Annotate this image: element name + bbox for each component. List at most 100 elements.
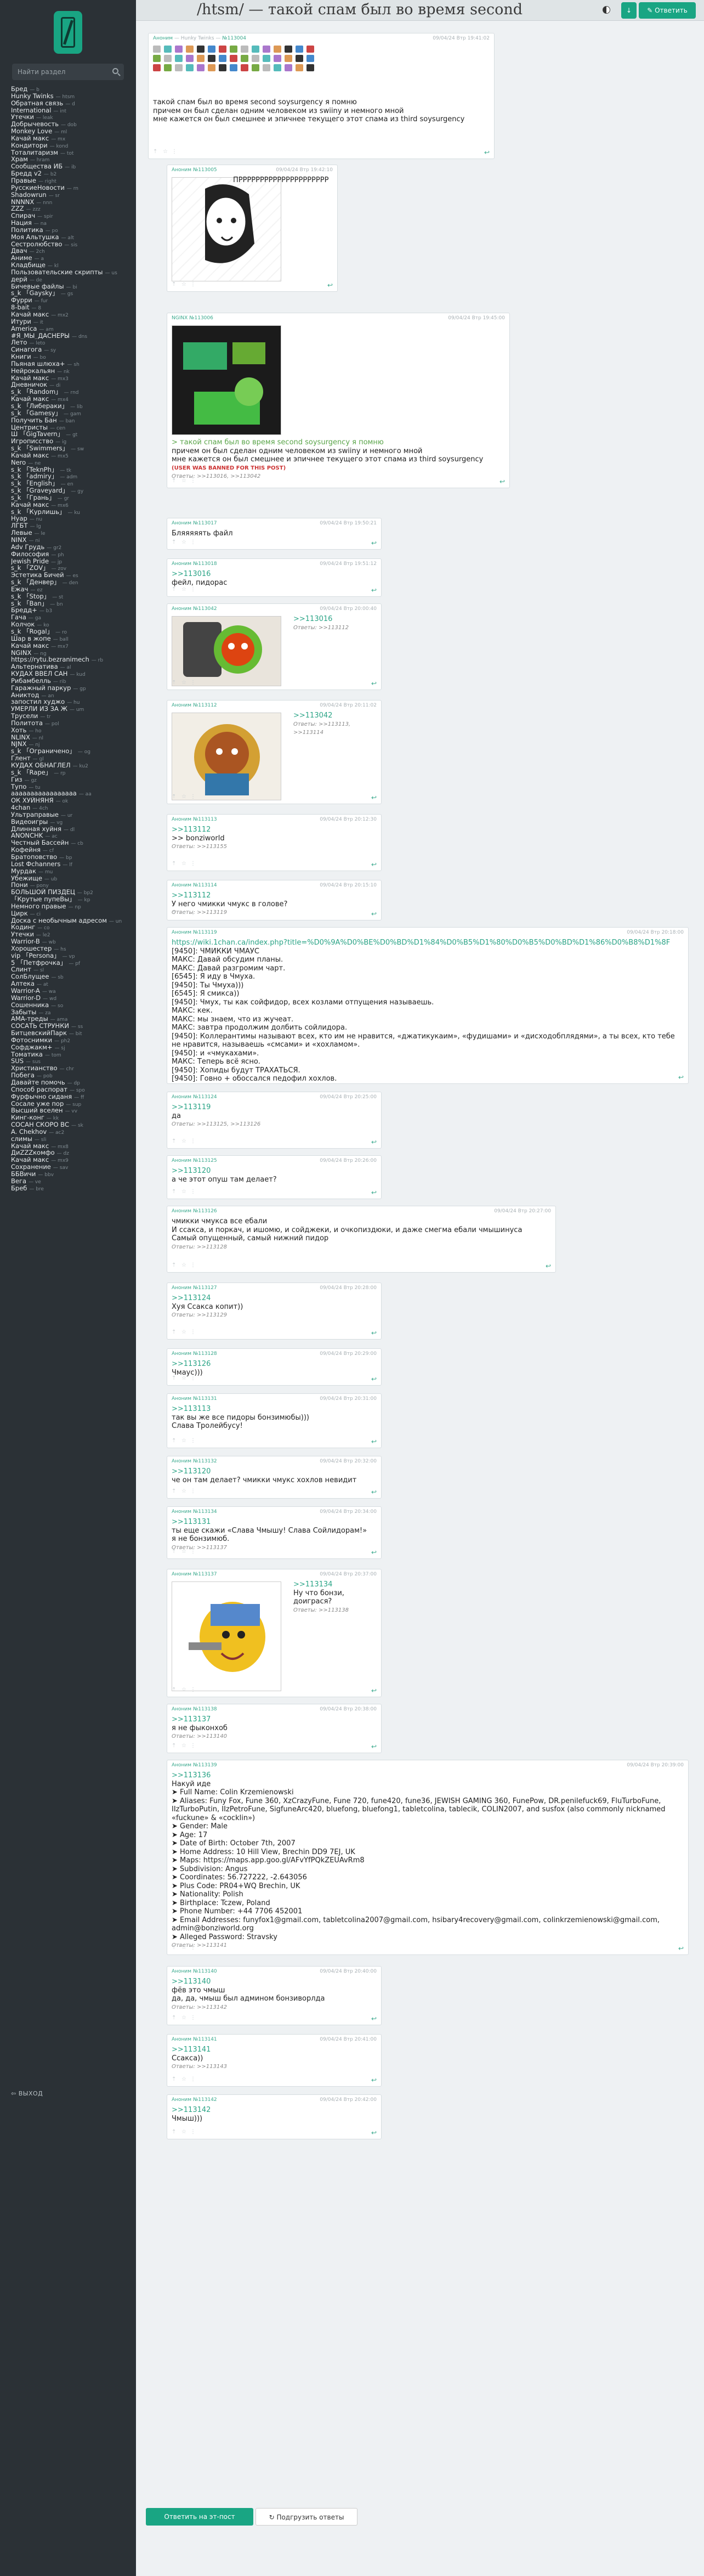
sidebar-board-item[interactable]: Хорошестер — hs: [11, 945, 125, 952]
sidebar-board-item[interactable]: s_k 「Грань」 — gr: [11, 494, 125, 501]
sidebar-board-item[interactable]: СолБлущее — sb: [11, 973, 125, 980]
reply-icon[interactable]: ↩: [371, 2076, 377, 2084]
post-number[interactable]: №113114: [193, 883, 217, 888]
sidebar-board-item[interactable]: Тоталитаризм — tot: [11, 149, 125, 156]
post-number[interactable]: №113006: [189, 315, 213, 321]
reply-link[interactable]: >>113120: [172, 1167, 377, 1176]
post-number[interactable]: №113124: [193, 1094, 217, 1100]
sidebar-board-item[interactable]: Видеоигры — vg: [11, 818, 125, 826]
share-icon[interactable]: ⇡: [172, 680, 176, 686]
sidebar-board-item[interactable]: Цирк — ci: [11, 910, 125, 917]
more-icon[interactable]: ⋮: [190, 1138, 196, 1144]
attachment-thumb[interactable]: [153, 64, 161, 71]
bookmark-icon[interactable]: ☆: [181, 1138, 186, 1144]
reply-icon[interactable]: ↩: [327, 281, 333, 289]
attachment-thumb[interactable]: [197, 64, 205, 71]
attachment-thumb[interactable]: [274, 64, 281, 71]
attachment-thumb[interactable]: [164, 64, 172, 71]
sidebar-board-item[interactable]: Способ распорат — spo: [11, 1086, 125, 1093]
sidebar-board-item[interactable]: Качай макс — mx4: [11, 396, 125, 403]
sidebar-board-item[interactable]: https://rytu.bezranimech — rb: [11, 656, 125, 663]
attachment-thumb[interactable]: [285, 46, 292, 53]
sidebar-board-item[interactable]: Шар в жопе — ball: [11, 635, 125, 642]
more-icon[interactable]: ⋮: [190, 2129, 196, 2135]
sidebar-board-item[interactable]: s_k 「ZOV」 — zov: [11, 564, 125, 572]
sidebar-board-item[interactable]: РусскиеНовости — rn: [11, 184, 125, 191]
share-icon[interactable]: ⇡: [172, 478, 176, 484]
sidebar-board-item[interactable]: Итури — it: [11, 318, 125, 325]
reply-icon[interactable]: ↩: [371, 586, 377, 594]
sidebar-board-item[interactable]: Колчок — ko: [11, 621, 125, 628]
post-number[interactable]: №113112: [193, 703, 217, 708]
bookmark-icon[interactable]: ☆: [181, 2076, 186, 2082]
reply-link[interactable]: >>113134: [293, 1580, 377, 1589]
share-icon[interactable]: ⇡: [172, 586, 176, 592]
sidebar-board-item[interactable]: 5 「Петфрочка」 — pf: [11, 959, 125, 967]
attachment-thumb[interactable]: [306, 46, 314, 53]
sidebar-board-item[interactable]: Левые — le: [11, 529, 125, 536]
sidebar-board-item[interactable]: дерй — de: [11, 276, 125, 283]
reply-icon[interactable]: ↩: [371, 794, 377, 801]
sidebar-board-item[interactable]: Лето — leto: [11, 339, 125, 346]
share-icon[interactable]: ⇡: [172, 1074, 176, 1080]
sidebar-board-item[interactable]: Книги — bo: [11, 353, 125, 360]
sidebar-board-item[interactable]: Дневничок — di: [11, 381, 125, 388]
post-replies[interactable]: Ответы: >>113143: [172, 2063, 377, 2071]
sidebar-board-item[interactable]: s_k 「Курлишь」 — ku: [11, 509, 125, 516]
more-icon[interactable]: ⋮: [190, 680, 196, 686]
post-replies[interactable]: Ответы: >>113125, >>113126: [172, 1120, 377, 1129]
sidebar-board-item[interactable]: Обратная связь — d: [11, 100, 125, 107]
reply-link[interactable]: >>113136: [172, 1771, 684, 1780]
post-number[interactable]: №113126: [193, 1208, 217, 1214]
sidebar-board-item[interactable]: Доска с необычным адресом — un: [11, 917, 125, 924]
attachment-thumb[interactable]: [208, 46, 215, 53]
sidebar-board-item[interactable]: Политика — po: [11, 227, 125, 234]
reply-link[interactable]: >>113113: [172, 1405, 377, 1414]
more-icon[interactable]: ⋮: [190, 539, 196, 545]
bookmark-icon[interactable]: ☆: [181, 910, 186, 916]
sidebar-board-item[interactable]: s_k 「Либераки」 — lib: [11, 403, 125, 410]
reply-thread-button[interactable]: Ответить на эт-пост: [146, 2508, 253, 2526]
attachment-thumb[interactable]: [219, 55, 226, 62]
post-replies[interactable]: Ответы: >>113138: [293, 1606, 377, 1615]
sidebar-board-item[interactable]: Томатика — tom: [11, 1051, 125, 1058]
sidebar-board-item[interactable]: Качай макс — mx3: [11, 375, 125, 382]
share-icon[interactable]: ⇡: [172, 281, 176, 287]
more-icon[interactable]: ⋮: [190, 1687, 196, 1693]
sidebar-board-item[interactable]: ЛГБТ — lg: [11, 522, 125, 529]
sidebar-board-item[interactable]: s_k 「Gaysky」 — gs: [11, 290, 125, 297]
sidebar-board-item[interactable]: Пони — pony: [11, 882, 125, 889]
attachment-thumb[interactable]: [252, 64, 259, 71]
post-number[interactable]: №113132: [193, 1459, 217, 1464]
sidebar-board-item[interactable]: 「Крутые пупеВы」 — kp: [11, 896, 125, 903]
share-icon[interactable]: ⇡: [172, 1488, 176, 1494]
sidebar-board-item[interactable]: ДиZZZкомфо — dz: [11, 1149, 125, 1156]
post-number[interactable]: №113119: [193, 930, 217, 935]
sidebar-board-item[interactable]: Качай макс — mx8: [11, 1143, 125, 1150]
reply-link[interactable]: >>113126: [172, 1360, 377, 1369]
sidebar-board-item[interactable]: Ежач — ez: [11, 586, 125, 593]
sidebar-board-item[interactable]: Warrior-B — wb: [11, 938, 125, 945]
sidebar-board-item[interactable]: Центристы — cen: [11, 424, 125, 431]
sidebar-board-item[interactable]: Warrior-D — wd: [11, 995, 125, 1002]
bookmark-icon[interactable]: ☆: [181, 2015, 186, 2021]
sidebar-board-item[interactable]: Пьяная шлюха+ — sh: [11, 360, 125, 368]
reply-link[interactable]: >>113119: [172, 1103, 377, 1112]
sidebar-board-item[interactable]: УМЕРЛИ ИЗ ЗА Ж — um: [11, 705, 125, 713]
sidebar-board-item[interactable]: ANONCHK — ac: [11, 832, 125, 839]
sidebar-board-item[interactable]: Нация — na: [11, 219, 125, 227]
reply-link[interactable]: https://wiki.1chan.ca/index.php?title=%D…: [172, 939, 684, 947]
sidebar-board-item[interactable]: Качай макс — mx6: [11, 501, 125, 509]
post-number[interactable]: №113113: [193, 817, 217, 822]
sidebar-board-item[interactable]: СОСАТЬ СТРУНКИ — ss: [11, 1023, 125, 1030]
sidebar-board-item[interactable]: Убежище — ub: [11, 875, 125, 882]
share-icon[interactable]: ⇡: [172, 2076, 176, 2082]
sidebar-board-item[interactable]: Shadowrun — sr: [11, 191, 125, 199]
sidebar-board-item[interactable]: Длинная хуйня — dl: [11, 826, 125, 833]
sidebar-board-item[interactable]: s_k 「Graveyard」 — gy: [11, 487, 125, 494]
sidebar-board-item[interactable]: Бичевые файлы — bi: [11, 283, 125, 290]
sidebar-board-item[interactable]: Сошенника — so: [11, 1002, 125, 1009]
sidebar-board-item[interactable]: NLINX — nl: [11, 734, 125, 741]
more-icon[interactable]: ⋮: [190, 1945, 196, 1951]
sidebar-board-item[interactable]: NNNNX — nnn: [11, 199, 125, 206]
